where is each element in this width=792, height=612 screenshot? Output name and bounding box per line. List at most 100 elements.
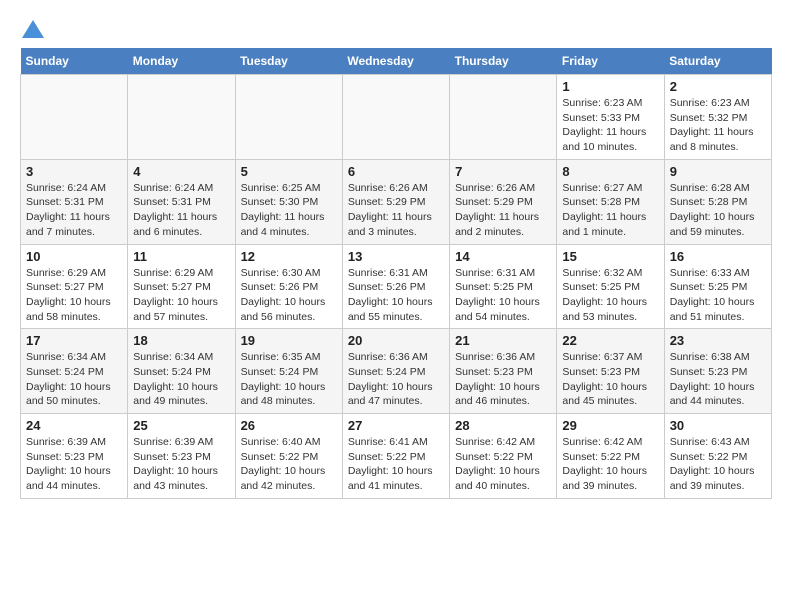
day-number: 9: [670, 164, 766, 179]
day-number: 16: [670, 249, 766, 264]
day-detail: Sunrise: 6:29 AM Sunset: 5:27 PM Dayligh…: [26, 266, 122, 325]
day-cell: 8 Sunrise: 6:27 AM Sunset: 5:28 PM Daylig…: [557, 159, 664, 244]
day-detail: Sunrise: 6:30 AM Sunset: 5:26 PM Dayligh…: [241, 266, 337, 325]
page-header: [20, 20, 772, 38]
day-cell: 5Sunrise: 6:25 AM Sunset: 5:30 PM Daylig…: [235, 159, 342, 244]
week-row-1: 1Sunrise: 6:23 AM Sunset: 5:33 PM Daylig…: [21, 75, 772, 160]
day-detail: Sunrise: 6:31 AM Sunset: 5:25 PM Dayligh…: [455, 266, 551, 325]
day-cell: 28 Sunrise: 6:42 AM Sunset: 5:22 PM Dayli…: [450, 414, 557, 499]
weekday-header-row: SundayMondayTuesdayWednesdayThursdayFrid…: [21, 48, 772, 75]
day-number: 8: [562, 164, 658, 179]
day-cell: 4 Sunrise: 6:24 AM Sunset: 5:31 PM Daylig…: [128, 159, 235, 244]
day-number: 20: [348, 333, 444, 348]
day-detail: Sunrise: 6:35 AM Sunset: 5:24 PM Dayligh…: [241, 350, 337, 409]
day-cell: 16Sunrise: 6:33 AM Sunset: 5:25 PM Dayli…: [664, 244, 771, 329]
day-number: 18: [133, 333, 229, 348]
day-number: 11: [133, 249, 229, 264]
day-cell: 17 Sunrise: 6:34 AM Sunset: 5:24 PM Dayli…: [21, 329, 128, 414]
day-number: 19: [241, 333, 337, 348]
day-detail: Sunrise: 6:39 AM Sunset: 5:23 PM Dayligh…: [26, 435, 122, 494]
day-detail: Sunrise: 6:34 AM Sunset: 5:24 PM Dayligh…: [133, 350, 229, 409]
weekday-header-sunday: Sunday: [21, 48, 128, 75]
day-cell: 22 Sunrise: 6:37 AM Sunset: 5:23 PM Dayli…: [557, 329, 664, 414]
day-cell: 2 Sunrise: 6:23 AM Sunset: 5:32 PM Daylig…: [664, 75, 771, 160]
day-cell: 27 Sunrise: 6:41 AM Sunset: 5:22 PM Dayli…: [342, 414, 449, 499]
day-number: 30: [670, 418, 766, 433]
week-row-2: 3 Sunrise: 6:24 AM Sunset: 5:31 PM Daylig…: [21, 159, 772, 244]
day-detail: Sunrise: 6:29 AM Sunset: 5:27 PM Dayligh…: [133, 266, 229, 325]
day-cell: 21 Sunrise: 6:36 AM Sunset: 5:23 PM Dayli…: [450, 329, 557, 414]
week-row-5: 24 Sunrise: 6:39 AM Sunset: 5:23 PM Dayli…: [21, 414, 772, 499]
day-detail: Sunrise: 6:27 AM Sunset: 5:28 PM Dayligh…: [562, 181, 658, 240]
day-cell: 14 Sunrise: 6:31 AM Sunset: 5:25 PM Dayli…: [450, 244, 557, 329]
weekday-header-monday: Monday: [128, 48, 235, 75]
day-number: 13: [348, 249, 444, 264]
day-number: 27: [348, 418, 444, 433]
day-cell: 11 Sunrise: 6:29 AM Sunset: 5:27 PM Dayli…: [128, 244, 235, 329]
day-cell: 30 Sunrise: 6:43 AM Sunset: 5:22 PM Dayli…: [664, 414, 771, 499]
week-row-3: 10 Sunrise: 6:29 AM Sunset: 5:27 PM Dayli…: [21, 244, 772, 329]
day-number: 28: [455, 418, 551, 433]
day-detail: Sunrise: 6:36 AM Sunset: 5:24 PM Dayligh…: [348, 350, 444, 409]
day-number: 14: [455, 249, 551, 264]
day-cell: [450, 75, 557, 160]
day-detail: Sunrise: 6:42 AM Sunset: 5:22 PM Dayligh…: [562, 435, 658, 494]
day-cell: 25Sunrise: 6:39 AM Sunset: 5:23 PM Dayli…: [128, 414, 235, 499]
day-number: 24: [26, 418, 122, 433]
day-detail: Sunrise: 6:26 AM Sunset: 5:29 PM Dayligh…: [348, 181, 444, 240]
day-cell: 1Sunrise: 6:23 AM Sunset: 5:33 PM Daylig…: [557, 75, 664, 160]
day-cell: 12 Sunrise: 6:30 AM Sunset: 5:26 PM Dayli…: [235, 244, 342, 329]
day-detail: Sunrise: 6:34 AM Sunset: 5:24 PM Dayligh…: [26, 350, 122, 409]
day-detail: Sunrise: 6:31 AM Sunset: 5:26 PM Dayligh…: [348, 266, 444, 325]
weekday-header-wednesday: Wednesday: [342, 48, 449, 75]
day-number: 6: [348, 164, 444, 179]
day-detail: Sunrise: 6:28 AM Sunset: 5:28 PM Dayligh…: [670, 181, 766, 240]
day-cell: 9 Sunrise: 6:28 AM Sunset: 5:28 PM Daylig…: [664, 159, 771, 244]
day-number: 22: [562, 333, 658, 348]
weekday-header-thursday: Thursday: [450, 48, 557, 75]
day-cell: 19 Sunrise: 6:35 AM Sunset: 5:24 PM Dayli…: [235, 329, 342, 414]
day-cell: [128, 75, 235, 160]
day-number: 29: [562, 418, 658, 433]
day-cell: [21, 75, 128, 160]
day-detail: Sunrise: 6:23 AM Sunset: 5:32 PM Dayligh…: [670, 96, 766, 155]
logo: [20, 20, 44, 38]
weekday-header-friday: Friday: [557, 48, 664, 75]
day-detail: Sunrise: 6:26 AM Sunset: 5:29 PM Dayligh…: [455, 181, 551, 240]
logo-icon: [22, 20, 44, 38]
day-detail: Sunrise: 6:40 AM Sunset: 5:22 PM Dayligh…: [241, 435, 337, 494]
day-cell: [342, 75, 449, 160]
day-number: 17: [26, 333, 122, 348]
day-number: 3: [26, 164, 122, 179]
day-cell: 24 Sunrise: 6:39 AM Sunset: 5:23 PM Dayli…: [21, 414, 128, 499]
day-detail: Sunrise: 6:37 AM Sunset: 5:23 PM Dayligh…: [562, 350, 658, 409]
day-number: 26: [241, 418, 337, 433]
day-detail: Sunrise: 6:38 AM Sunset: 5:23 PM Dayligh…: [670, 350, 766, 409]
day-number: 2: [670, 79, 766, 94]
day-number: 4: [133, 164, 229, 179]
day-cell: 23 Sunrise: 6:38 AM Sunset: 5:23 PM Dayli…: [664, 329, 771, 414]
day-cell: 20 Sunrise: 6:36 AM Sunset: 5:24 PM Dayli…: [342, 329, 449, 414]
day-detail: Sunrise: 6:39 AM Sunset: 5:23 PM Dayligh…: [133, 435, 229, 494]
day-detail: Sunrise: 6:36 AM Sunset: 5:23 PM Dayligh…: [455, 350, 551, 409]
calendar-table: SundayMondayTuesdayWednesdayThursdayFrid…: [20, 48, 772, 499]
day-detail: Sunrise: 6:41 AM Sunset: 5:22 PM Dayligh…: [348, 435, 444, 494]
day-detail: Sunrise: 6:24 AM Sunset: 5:31 PM Dayligh…: [133, 181, 229, 240]
day-cell: 10 Sunrise: 6:29 AM Sunset: 5:27 PM Dayli…: [21, 244, 128, 329]
weekday-header-saturday: Saturday: [664, 48, 771, 75]
day-cell: 18 Sunrise: 6:34 AM Sunset: 5:24 PM Dayli…: [128, 329, 235, 414]
logo-blue: [20, 20, 44, 38]
day-cell: 26 Sunrise: 6:40 AM Sunset: 5:22 PM Dayli…: [235, 414, 342, 499]
day-cell: 7Sunrise: 6:26 AM Sunset: 5:29 PM Daylig…: [450, 159, 557, 244]
day-number: 21: [455, 333, 551, 348]
day-detail: Sunrise: 6:43 AM Sunset: 5:22 PM Dayligh…: [670, 435, 766, 494]
day-number: 23: [670, 333, 766, 348]
day-number: 12: [241, 249, 337, 264]
day-detail: Sunrise: 6:42 AM Sunset: 5:22 PM Dayligh…: [455, 435, 551, 494]
day-detail: Sunrise: 6:24 AM Sunset: 5:31 PM Dayligh…: [26, 181, 122, 240]
day-cell: 6 Sunrise: 6:26 AM Sunset: 5:29 PM Daylig…: [342, 159, 449, 244]
day-number: 5: [241, 164, 337, 179]
day-cell: 3 Sunrise: 6:24 AM Sunset: 5:31 PM Daylig…: [21, 159, 128, 244]
day-detail: Sunrise: 6:32 AM Sunset: 5:25 PM Dayligh…: [562, 266, 658, 325]
day-number: 10: [26, 249, 122, 264]
